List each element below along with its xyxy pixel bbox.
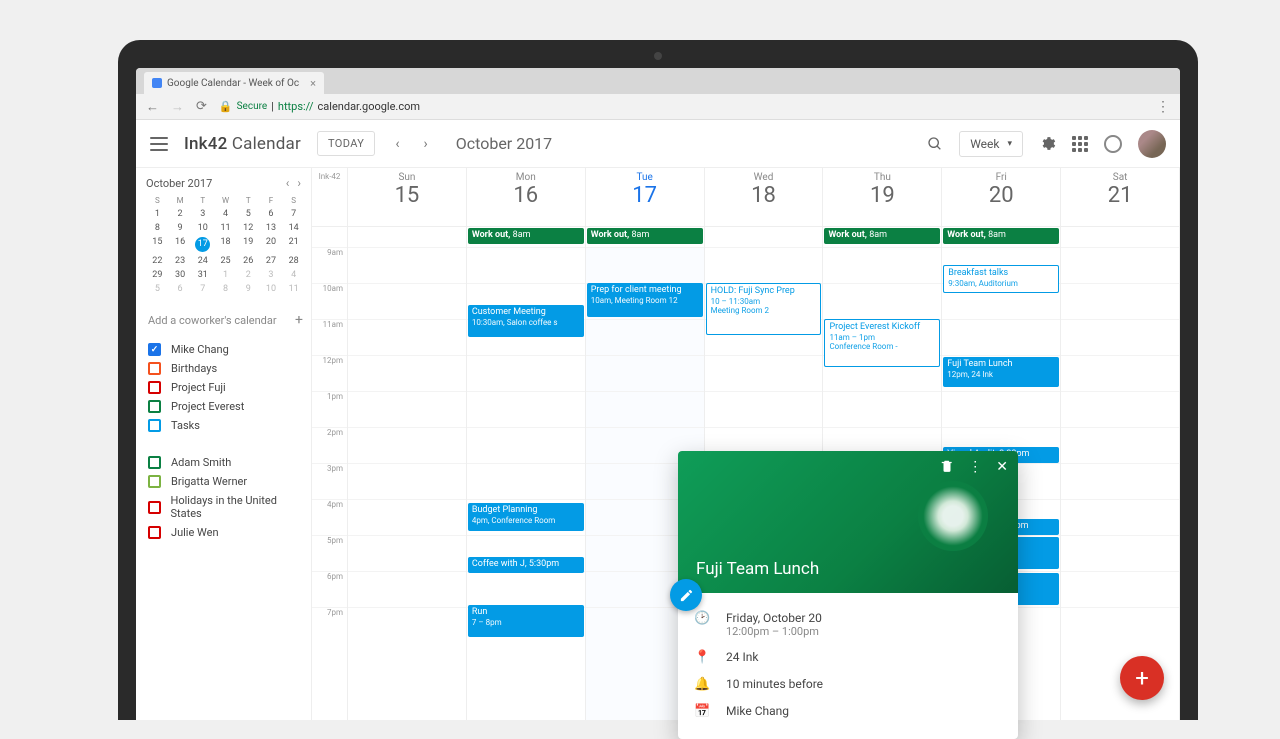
notifications-icon[interactable]: [1104, 135, 1122, 153]
back-icon[interactable]: ←: [146, 99, 159, 115]
popup-location: 24 Ink: [726, 650, 758, 664]
hamburger-icon[interactable]: [150, 137, 168, 151]
reload-icon[interactable]: ⟳: [196, 99, 207, 114]
app-bar: Ink42 Calendar Today ‹ › October 2017 We…: [136, 120, 1180, 168]
calendar-checkbox[interactable]: [148, 475, 161, 488]
calendar-checkbox[interactable]: [148, 456, 161, 469]
calendar-item[interactable]: Adam Smith: [146, 453, 305, 472]
minical-month: October 2017: [146, 177, 282, 190]
popup-organizer: Mike Chang: [726, 704, 789, 718]
browser-menu-icon[interactable]: ⋮: [1156, 99, 1170, 115]
calendar-event[interactable]: Project Everest Kickoff11am – 1pmConfere…: [824, 319, 940, 367]
app-logo: Ink42 Calendar: [184, 134, 301, 154]
plus-icon[interactable]: +: [295, 312, 303, 328]
edit-event-button[interactable]: [670, 579, 702, 611]
calendar-event[interactable]: Budget Planning4pm, Conference Room: [468, 503, 584, 531]
url-field[interactable]: 🔒 Secure | https://calendar.google.com: [219, 100, 420, 113]
calendar-checkbox[interactable]: [148, 419, 161, 432]
calendar-icon: 📅: [694, 704, 710, 719]
minical-next-icon[interactable]: ›: [293, 176, 305, 190]
view-dropdown[interactable]: Week ▾: [959, 131, 1023, 157]
calendar-checkbox[interactable]: [148, 362, 161, 375]
next-period-icon[interactable]: ›: [420, 136, 432, 152]
day-header[interactable]: Sun15: [348, 168, 467, 226]
date-range: October 2017: [456, 134, 552, 153]
calendar-event[interactable]: HOLD: Fuji Sync Prep10 – 11:30amMeeting …: [706, 283, 822, 335]
search-icon[interactable]: [927, 136, 943, 152]
apps-icon[interactable]: [1072, 136, 1088, 152]
close-icon[interactable]: ✕: [996, 459, 1008, 475]
calendar-favicon: [152, 78, 162, 88]
allday-event[interactable]: Work out, 8am: [468, 228, 584, 244]
popup-header: ⋮ ✕ Fuji Team Lunch: [678, 451, 1018, 593]
calendar-event[interactable]: Breakfast talks9:30am, Auditorium: [943, 265, 1059, 293]
calendar-item[interactable]: Tasks: [146, 416, 305, 435]
day-header[interactable]: Mon16: [467, 168, 586, 226]
mini-calendar[interactable]: SMTWTFS123456789101112131415161718192021…: [146, 194, 305, 296]
browser-tabbar: Google Calendar - Week of Oc ×: [136, 68, 1180, 94]
allday-event[interactable]: Work out, 8am: [824, 228, 940, 244]
delete-icon[interactable]: [940, 459, 954, 475]
calendar-item[interactable]: Mike Chang: [146, 340, 305, 359]
day-header[interactable]: Tue17: [586, 168, 705, 226]
prev-period-icon[interactable]: ‹: [391, 136, 403, 152]
allday-event[interactable]: Work out, 8am: [587, 228, 703, 244]
calendar-checkbox[interactable]: [148, 501, 161, 514]
avatar[interactable]: [1138, 130, 1166, 158]
day-header[interactable]: Sat21: [1061, 168, 1180, 226]
calendar-item[interactable]: Julie Wen: [146, 523, 305, 542]
bell-icon: 🔔: [694, 677, 710, 692]
sidebar: October 2017 ‹ › SMTWTFS1234567891011121…: [136, 168, 311, 720]
chevron-down-icon: ▾: [1007, 139, 1012, 149]
minical-prev-icon[interactable]: ‹: [282, 176, 294, 190]
popup-title: Fuji Team Lunch: [696, 559, 819, 579]
browser-tab[interactable]: Google Calendar - Week of Oc ×: [144, 72, 324, 94]
popup-illustration: [918, 481, 988, 551]
popup-reminder: 10 minutes before: [726, 677, 823, 691]
calendar-item[interactable]: Project Everest: [146, 397, 305, 416]
forward-icon[interactable]: →: [171, 99, 184, 115]
event-popup: ⋮ ✕ Fuji Team Lunch 🕑Friday, October 201…: [678, 451, 1018, 720]
create-event-button[interactable]: +: [1120, 656, 1164, 700]
today-button[interactable]: Today: [317, 131, 375, 156]
calendar-checkbox[interactable]: [148, 343, 161, 356]
more-icon[interactable]: ⋮: [968, 459, 982, 475]
calendar-event[interactable]: Fuji Team Lunch12pm, 24 Ink: [943, 357, 1059, 387]
gear-icon[interactable]: [1039, 135, 1056, 152]
calendar-item[interactable]: Brigatta Werner: [146, 472, 305, 491]
day-header[interactable]: Thu19: [823, 168, 942, 226]
add-coworker-calendar[interactable]: Add a coworker's calendar +: [146, 308, 305, 332]
calendar-event[interactable]: Coffee with J, 5:30pm: [468, 557, 584, 573]
calendar-item[interactable]: Project Fuji: [146, 378, 305, 397]
popup-time: 12:00pm – 1:00pm: [726, 625, 822, 638]
calendar-item[interactable]: Birthdays: [146, 359, 305, 378]
address-bar: ← → ⟳ 🔒 Secure | https://calendar.google…: [136, 94, 1180, 120]
lock-icon: 🔒: [219, 100, 233, 113]
clock-icon: 🕑: [694, 611, 710, 626]
calendar-item[interactable]: Holidays in the United States: [146, 491, 305, 523]
close-tab-icon[interactable]: ×: [310, 77, 316, 90]
day-header[interactable]: Fri20: [942, 168, 1061, 226]
calendar-checkbox[interactable]: [148, 400, 161, 413]
popup-date: Friday, October 20: [726, 611, 822, 625]
location-icon: 📍: [694, 650, 710, 665]
calendar-event[interactable]: Prep for client meeting10am, Meeting Roo…: [587, 283, 703, 317]
tab-title: Google Calendar - Week of Oc: [167, 78, 299, 89]
calendar-event[interactable]: Customer Meeting10:30am, Salon coffee s: [468, 305, 584, 337]
calendar-checkbox[interactable]: [148, 526, 161, 539]
calendar-checkbox[interactable]: [148, 381, 161, 394]
allday-event[interactable]: Work out, 8am: [943, 228, 1059, 244]
day-header[interactable]: Wed18: [705, 168, 824, 226]
calendar-event[interactable]: Run7 – 8pm: [468, 605, 584, 637]
